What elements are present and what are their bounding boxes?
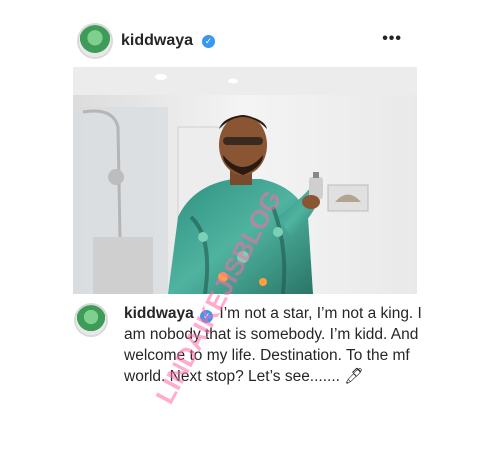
photo-illustration bbox=[73, 67, 417, 294]
post-username[interactable]: kiddwaya bbox=[121, 32, 193, 50]
caption-text-block: kiddwaya ✓ I’m not a star, I’m not a kin… bbox=[124, 303, 424, 387]
caption-username[interactable]: kiddwaya bbox=[124, 305, 194, 322]
post-photo[interactable] bbox=[73, 67, 417, 294]
more-options-icon[interactable]: ••• bbox=[382, 30, 402, 48]
post-header: kiddwaya ✓ ••• bbox=[0, 0, 490, 64]
verified-badge-icon: ✓ bbox=[202, 35, 215, 48]
verified-badge-icon: ✓ bbox=[200, 310, 214, 323]
profile-avatar[interactable] bbox=[79, 25, 111, 57]
caption-avatar[interactable] bbox=[76, 305, 106, 335]
